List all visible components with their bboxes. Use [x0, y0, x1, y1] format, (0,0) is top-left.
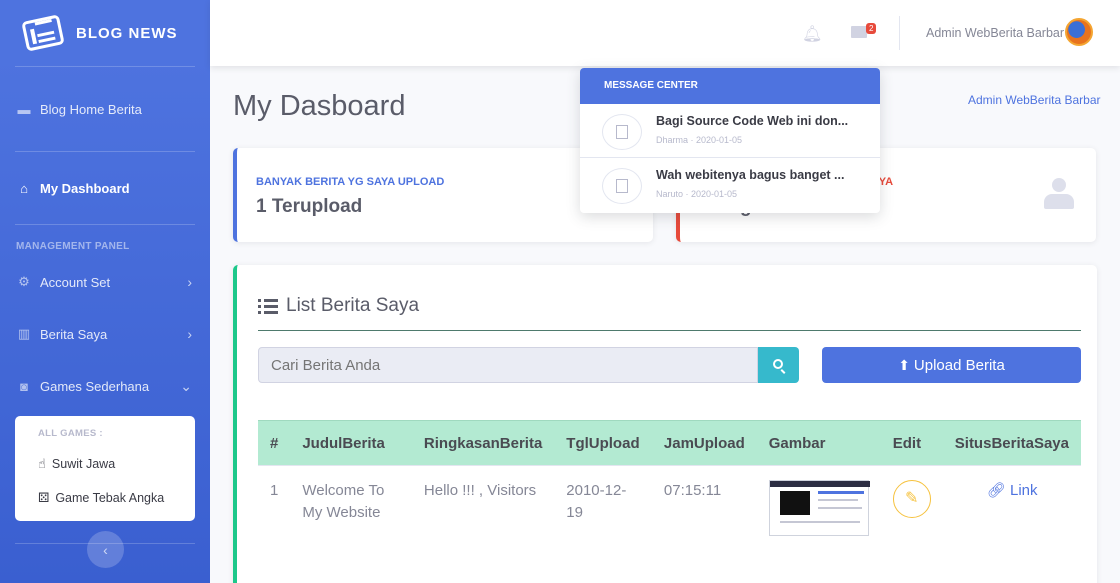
site-link[interactable]: 🔗︎ Link — [987, 482, 1038, 499]
sidebar-item-home[interactable]: ▬ Blog Home Berita — [0, 67, 210, 151]
stat-value: 1 Terupload — [256, 196, 363, 217]
sidebar-item-berita-saya[interactable]: ▥ Berita Saya › — [0, 308, 210, 360]
search-icon — [772, 359, 783, 369]
search-input[interactable] — [258, 347, 758, 383]
list-title-text: List Berita Saya — [286, 295, 420, 316]
topbar-divider — [899, 16, 900, 50]
sidebar-item-label: Account Set — [40, 274, 111, 290]
table-header-row: # JudulBerita RingkasanBerita TglUpload … — [258, 420, 1081, 466]
message-meta: Naruto · 2020-01-05 — [656, 189, 738, 199]
list-icon — [258, 298, 278, 314]
gear-icon: ⚙ — [18, 274, 30, 289]
topbar: 🔔︎ 2 Admin WebBerita Barbar — [210, 0, 1120, 66]
brand[interactable]: BLOG NEWS — [0, 0, 210, 66]
message-title: Bagi Source Code Web ini don... — [656, 114, 849, 128]
newspaper-icon — [21, 14, 65, 52]
column-header: RingkasanBerita — [411, 420, 555, 466]
submenu-item-tebak-angka[interactable]: ⚄ Game Tebak Angka — [15, 481, 195, 515]
message-meta: Dharma · 2020-01-05 — [656, 135, 743, 145]
breadcrumb-user[interactable]: Admin WebBerita Barbar — [968, 93, 1101, 107]
page-title: My Dasboard — [233, 90, 406, 122]
column-header: Gambar — [756, 420, 881, 466]
message-item[interactable]: Bagi Source Code Web ini don... Dharma ·… — [580, 104, 880, 158]
column-header: SitusBeritaSaya — [942, 420, 1081, 466]
sidebar-heading: MANAGEMENT PANEL — [16, 241, 130, 252]
user-name[interactable]: Admin WebBerita Barbar — [926, 26, 1064, 40]
sidebar-item-games[interactable]: ◙ Games Sederhana ⌄ — [0, 360, 210, 412]
sidebar-item-label: Blog Home Berita — [40, 101, 142, 117]
gamepad-icon: ◙ — [20, 378, 28, 394]
message-center-header: MESSAGE CENTER — [580, 68, 880, 104]
cell-judul: Welcome To My Website — [290, 465, 412, 550]
cell-link: 🔗︎ Link — [942, 465, 1081, 550]
cell-ringkasan: Hello !!! , Visitors — [411, 465, 555, 550]
pencil-icon: ✎ — [905, 490, 919, 507]
edit-button[interactable]: ✎ — [892, 480, 931, 518]
sidebar-item-account-set[interactable]: ⚙ Account Set › — [0, 256, 210, 308]
cell-edit: ✎ — [880, 465, 943, 550]
chevron-down-icon: ⌄ — [180, 377, 192, 394]
sidebar-item-dashboard[interactable]: ⌂ My Dashboard — [0, 152, 210, 224]
avatar[interactable] — [1065, 18, 1093, 46]
column-header: JamUpload — [651, 420, 757, 466]
cell-jam: 07:15:11 — [651, 465, 757, 550]
sidebar-item-label: Games Sederhana — [40, 378, 150, 394]
mail-icon[interactable] — [851, 26, 867, 38]
message-title: Wah webitenya bagus banget ... — [656, 168, 845, 182]
list-divider — [258, 330, 1081, 331]
column-header: Edit — [880, 420, 943, 466]
link-icon: 🔗︎ — [986, 482, 1006, 499]
mail-badge: 2 — [866, 23, 877, 34]
column-header: # — [258, 420, 291, 466]
upload-button-label: Upload Berita — [913, 356, 1005, 374]
submenu-item-label: Suwit Jawa — [51, 457, 116, 471]
home-list-icon: ▬ — [17, 101, 31, 117]
submenu-item-suwit-jawa[interactable]: ☝ Suwit Jawa — [15, 447, 195, 481]
news-table: # JudulBerita RingkasanBerita TglUpload … — [258, 420, 1081, 550]
message-dropdown: MESSAGE CENTER Bagi Source Code Web ini … — [580, 68, 880, 213]
upload-icon: ⬆ — [898, 356, 910, 373]
chevron-right-icon: › — [187, 274, 192, 290]
user-icon — [1044, 178, 1074, 210]
games-submenu: ALL GAMES : ☝ Suwit Jawa ⚄ Game Tebak An… — [15, 416, 195, 521]
cell-gambar — [756, 465, 881, 550]
image-placeholder-icon — [602, 114, 642, 150]
submenu-heading: ALL GAMES : — [38, 428, 103, 439]
search-button[interactable] — [758, 347, 799, 383]
sidebar-item-label: My Dashboard — [40, 180, 130, 196]
news-thumbnail — [768, 480, 870, 536]
message-item[interactable]: Wah webitenya bagus banget ... Naruto · … — [580, 158, 880, 212]
chart-icon: ▥ — [17, 326, 31, 341]
table-row: 1 Welcome To My Website Hello !!! , Visi… — [258, 465, 1081, 550]
hand-pointer-icon: ☝ — [38, 456, 46, 471]
image-placeholder-icon — [602, 168, 642, 204]
sidebar: BLOG NEWS ▬ Blog Home Berita ⌂ My Dashbo… — [0, 0, 210, 583]
home-icon: ⌂ — [20, 180, 28, 196]
chevron-right-icon: › — [187, 326, 192, 342]
cell-tgl: 2010-12-19 — [554, 465, 652, 550]
column-header: JudulBerita — [290, 420, 412, 466]
stat-label: BANYAK BERITA YG SAYA UPLOAD — [256, 176, 445, 188]
dice-icon: ⚄ — [38, 490, 50, 505]
brand-name: BLOG NEWS — [76, 24, 178, 42]
cell-no: 1 — [258, 465, 291, 550]
upload-button[interactable]: ⬆ Upload Berita — [822, 347, 1081, 383]
list-card: List Berita Saya ⬆ Upload Berita # Judul… — [233, 265, 1097, 583]
link-label: Link — [1009, 482, 1038, 499]
sidebar-item-label: Berita Saya — [40, 326, 108, 342]
bell-icon[interactable]: 🔔︎ — [802, 24, 822, 44]
column-header: TglUpload — [554, 420, 652, 466]
list-title: List Berita Saya — [258, 295, 419, 317]
submenu-item-label: Game Tebak Angka — [55, 491, 165, 505]
sidebar-toggle-button[interactable]: ‹ — [87, 531, 124, 568]
